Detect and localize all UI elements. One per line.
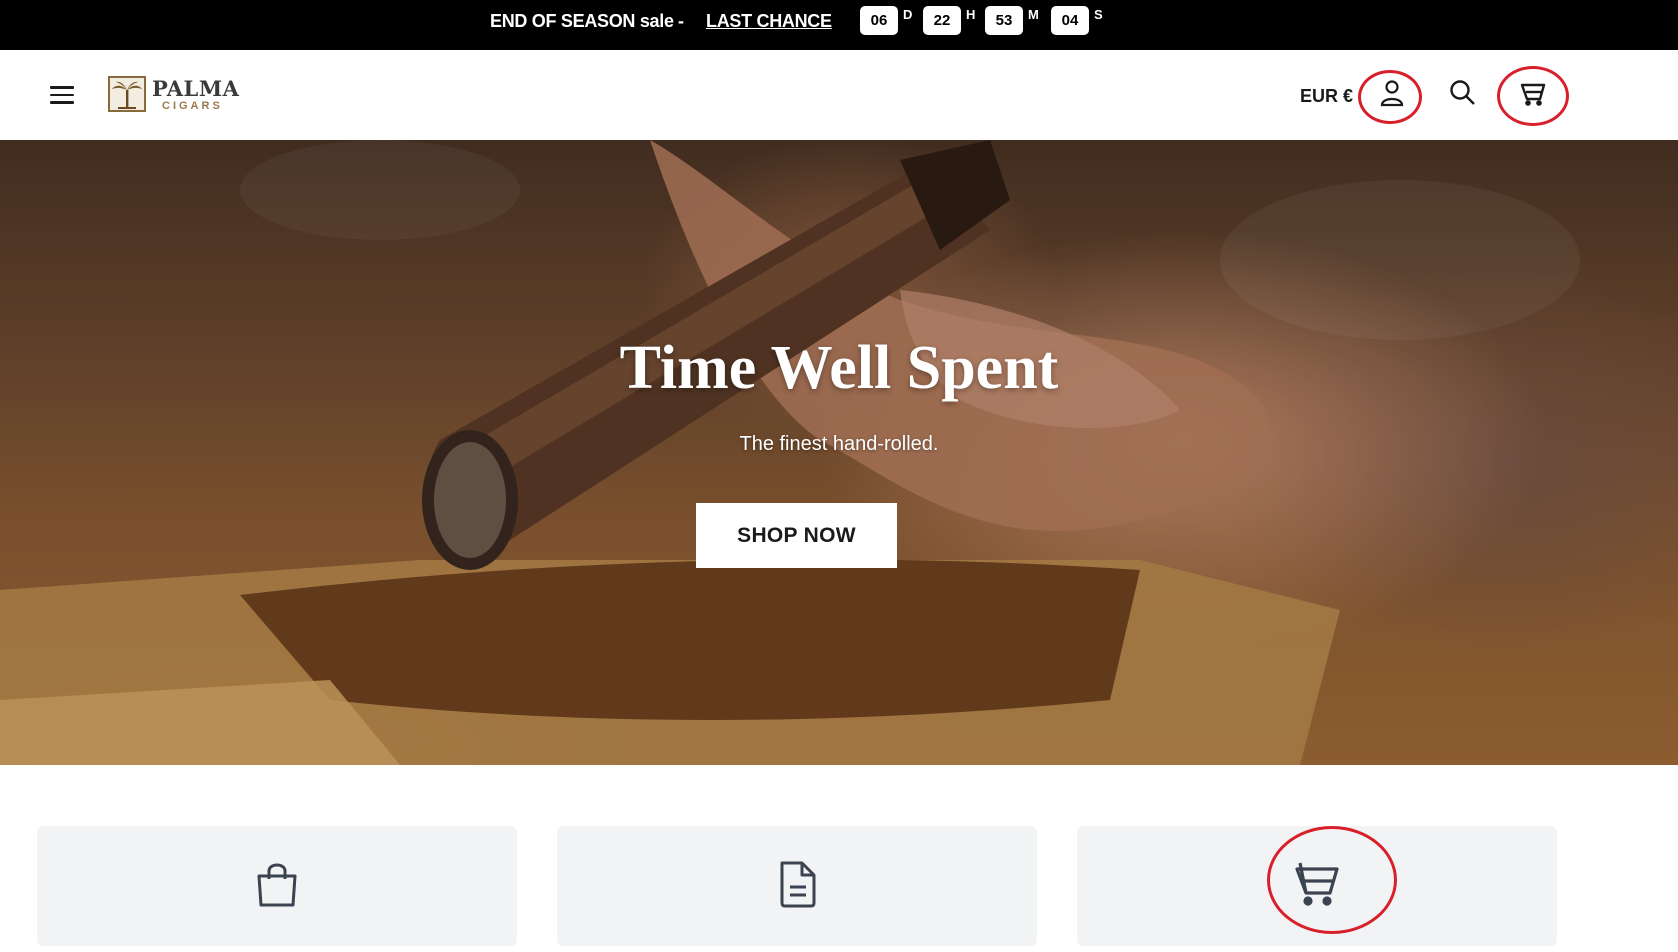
hero-title: Time Well Spent [619, 334, 1059, 402]
countdown-seconds: 04 [1051, 6, 1089, 35]
countdown-minutes-unit: M [1028, 7, 1039, 22]
logo-name: PALMA [152, 76, 240, 101]
feature-card-document[interactable] [557, 826, 1037, 946]
site-header: PALMA CIGARS EUR € [0, 50, 1678, 140]
hero-banner: Time Well Spent The finest hand-rolled. … [0, 140, 1678, 765]
currency-selector[interactable]: EUR € [1300, 86, 1353, 107]
countdown-days-unit: D [903, 7, 913, 22]
cart-icon[interactable] [1518, 78, 1548, 108]
account-icon[interactable] [1377, 78, 1407, 108]
countdown-minutes: 53 [985, 6, 1023, 35]
logo-subtitle: CIGARS [162, 100, 223, 112]
countdown-days: 06 [860, 6, 898, 35]
feature-card-cart[interactable] [1077, 826, 1557, 946]
brand-logo[interactable]: PALMA CIGARS [108, 76, 239, 116]
feature-card-shopping[interactable] [37, 826, 517, 946]
hero-subtitle: The finest hand-rolled. [739, 433, 939, 455]
shop-now-button[interactable]: SHOP NOW [696, 503, 897, 568]
countdown-hours: 22 [923, 6, 961, 35]
promo-text: END OF SEASON sale [490, 11, 674, 31]
last-chance-link[interactable]: LAST CHANCE [706, 11, 832, 32]
cart-icon [1292, 859, 1342, 909]
promo-separator: - [678, 11, 684, 31]
announcement-bar: END OF SEASON sale - LAST CHANCE 06 D 22… [0, 0, 1678, 50]
search-icon[interactable] [1448, 78, 1478, 108]
menu-icon[interactable] [50, 86, 74, 104]
palm-tree-icon [108, 76, 146, 112]
document-icon [772, 859, 822, 909]
countdown-seconds-unit: S [1094, 7, 1103, 22]
shopping-bag-icon [252, 859, 302, 909]
countdown-hours-unit: H [966, 7, 976, 22]
